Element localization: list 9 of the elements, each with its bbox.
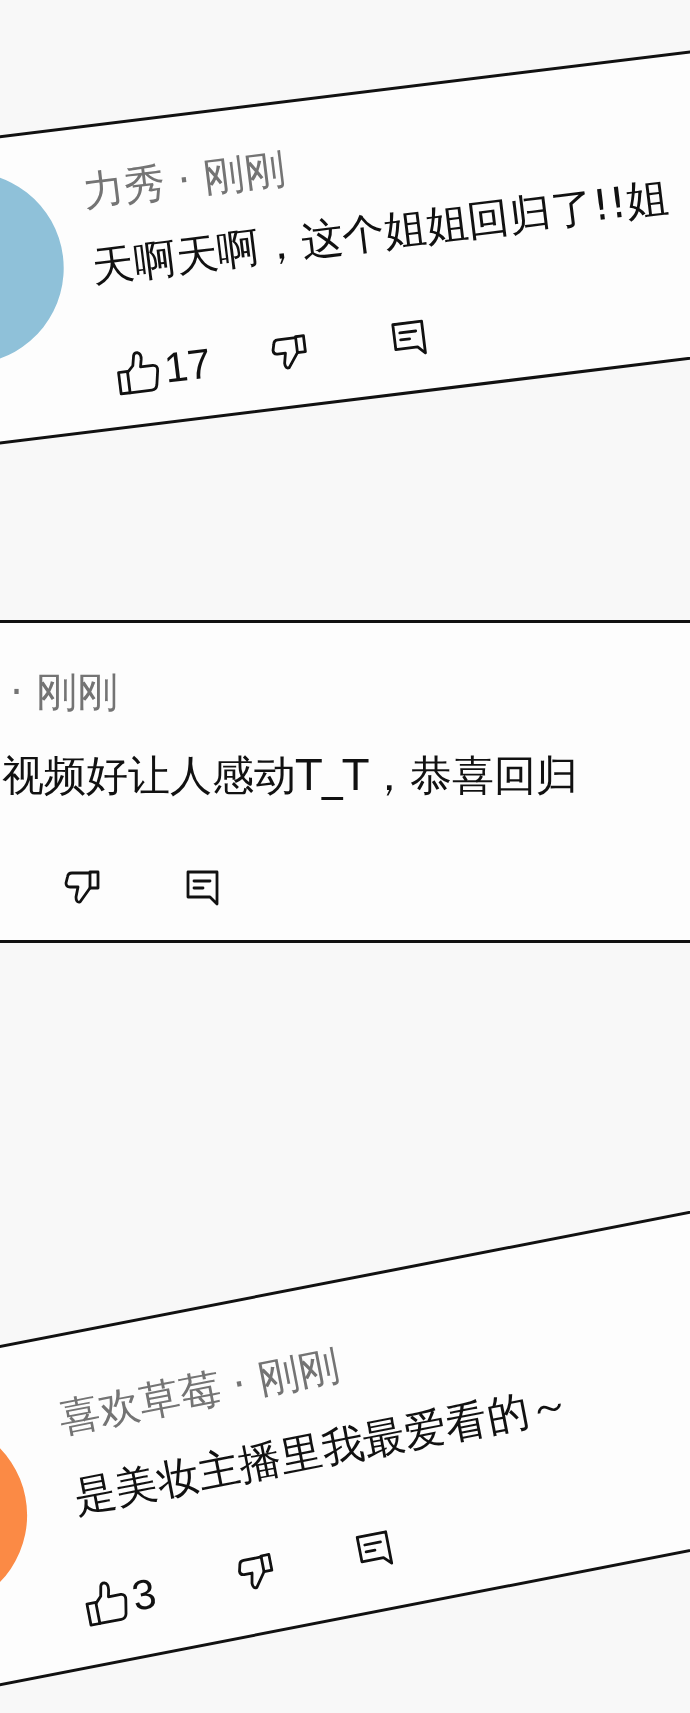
comment-text: 视频好让人感动T_T，恭喜回归: [2, 751, 579, 801]
like-button[interactable]: 3: [81, 1571, 160, 1629]
comment-meta: · 刚刚: [10, 668, 119, 716]
reply-button[interactable]: [186, 870, 220, 906]
thumbs-down-icon: [64, 870, 100, 906]
dislike-button[interactable]: [64, 870, 100, 906]
comment-icon: [186, 870, 220, 906]
comment-meta: 力秀 · 刚刚: [80, 143, 288, 217]
like-button[interactable]: 17: [114, 341, 214, 397]
